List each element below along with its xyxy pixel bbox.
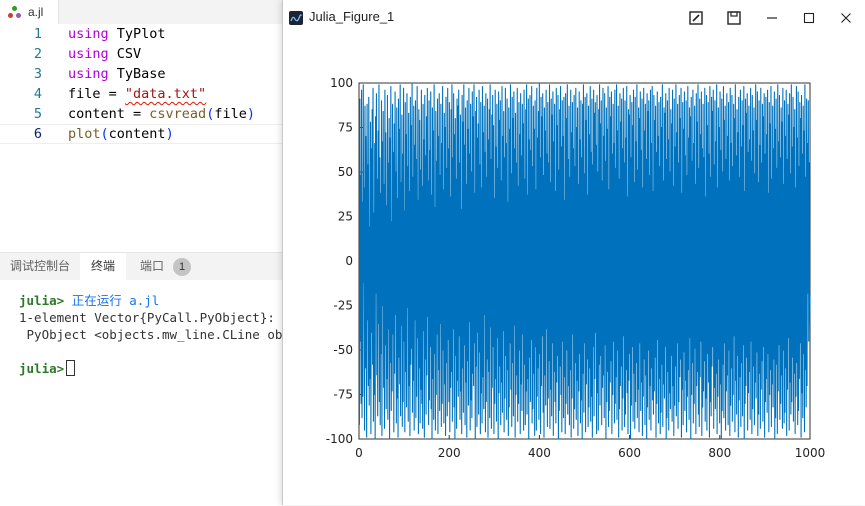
line-number: 5 [33, 106, 42, 122]
terminal-line: PyObject <objects.mw_line.CLine obj [19, 327, 290, 342]
code-line[interactable]: 6 plot(content) [0, 124, 282, 144]
code-token: file = [68, 86, 125, 102]
close-icon [841, 12, 851, 23]
terminal-output[interactable]: julia> 正在运行 a.jl 1-element Vector{PyCall… [19, 292, 290, 377]
code-line[interactable]: 2 using CSV [0, 44, 282, 64]
save-icon [727, 10, 741, 25]
code-token: plot [68, 126, 101, 142]
x-tick-label: 600 [618, 446, 641, 460]
code-token: "data.txt" [124, 86, 207, 102]
figure-title-bar[interactable]: Julia_Figure_1 [283, 0, 865, 35]
line-number: 6 [33, 126, 42, 142]
code-line[interactable]: 4 file = "data.txt" [0, 84, 282, 104]
line-number: 2 [33, 46, 42, 62]
code-text: content = csvread(file) [68, 104, 255, 124]
code-token: CSV [108, 46, 142, 62]
x-tick-label: 1000 [795, 446, 826, 460]
line-number: 3 [33, 66, 42, 82]
code-token: TyPlot [108, 26, 166, 42]
code-token: ) [165, 126, 174, 142]
code-token: TyBase [108, 66, 166, 82]
y-tick-label: -25 [333, 299, 353, 313]
code-text: plot(content) [68, 125, 174, 143]
minimize-icon [767, 16, 777, 19]
x-tick-label: 200 [438, 446, 461, 460]
editor-tab-a-jl[interactable]: a.jl [0, 0, 59, 24]
y-tick-label: 75 [338, 121, 353, 135]
series-line [358, 82, 811, 440]
line-chart[interactable]: 1007550250-25-50-75-1000 200 400 600 800 1000 [283, 35, 865, 505]
line-number: 1 [33, 26, 42, 42]
tab-terminal[interactable]: 终端 [80, 253, 127, 280]
code-token: content = [68, 106, 150, 122]
terminal-prompt: julia> [19, 293, 65, 308]
maximize-icon [803, 12, 815, 23]
tab-debug-console[interactable]: 调试控制台 [10, 253, 70, 280]
figure-window-title: Julia_Figure_1 [309, 9, 395, 24]
julia-file-icon [8, 5, 22, 19]
close-button[interactable] [829, 0, 863, 35]
code-token: ( [100, 126, 109, 142]
code-token: csvread [149, 106, 207, 122]
y-tick-label: 25 [338, 210, 353, 224]
code-token: content [108, 126, 166, 142]
x-tick-label: 400 [528, 446, 551, 460]
code-token: using [68, 26, 109, 42]
figure-window: Julia_Figure_1 100 75 50 25 0 -25 -50 -75 -100 0 2… [282, 0, 865, 505]
code-token: using [68, 46, 109, 62]
code-token: file [214, 106, 247, 122]
y-tick-label: -100 [326, 432, 353, 446]
figure-app-icon [289, 11, 303, 25]
code-lines[interactable]: 1 using TyPlot 2 using CSV 3 using TyBase 4 fil… [0, 24, 282, 144]
edit-icon [689, 10, 703, 25]
code-token: using [68, 66, 109, 82]
terminal-prompt: julia> [19, 361, 65, 376]
terminal-line: 1-element Vector{PyCall.PyObject}: [19, 310, 275, 325]
plot-area[interactable]: 100 75 50 25 0 -25 -50 -75 -100 0 200 400 600 800 1000 [283, 35, 865, 505]
code-editor[interactable]: a.jl 1 using TyPlot 2 using CSV 3 using TyBas… [0, 0, 282, 252]
y-tick-label: 50 [338, 165, 353, 179]
code-text: using TyBase [68, 64, 166, 84]
y-tick-label: -75 [333, 388, 353, 402]
y-tick-label: 100 [330, 76, 353, 90]
edit-button[interactable] [679, 0, 713, 35]
y-tick-label: -50 [333, 343, 353, 357]
terminal-cursor [66, 360, 76, 376]
code-line[interactable]: 3 using TyBase [0, 64, 282, 84]
save-button[interactable] [717, 0, 751, 35]
ports-count-badge: 1 [173, 258, 191, 276]
terminal-run-text: 正在运行 a.jl [71, 293, 160, 308]
code-line[interactable]: 1 using TyPlot [0, 24, 282, 44]
line-number: 4 [33, 86, 42, 102]
minimize-button[interactable] [755, 0, 789, 35]
bottom-panel: 调试控制台 终端 端口 1 julia> 正在运行 a.jl 1-element… [0, 252, 290, 506]
maximize-button[interactable] [792, 0, 826, 35]
tab-ports[interactable]: 端口 [140, 253, 164, 280]
x-tick-label: 800 [708, 446, 731, 460]
code-text: using TyPlot [68, 24, 166, 44]
terminal-line: julia> 正在运行 a.jl [19, 292, 290, 309]
panel-tab-bar: 调试控制台 终端 端口 1 [0, 253, 282, 280]
editor-tab-bar: a.jl [0, 0, 282, 24]
code-text: using CSV [68, 44, 141, 64]
code-text: file = "data.txt" [68, 84, 206, 104]
code-line[interactable]: 5 content = csvread(file) [0, 104, 282, 124]
code-token: ) [246, 106, 255, 122]
y-tick-label: 0 [345, 254, 353, 268]
x-tick-label: 0 [355, 446, 363, 460]
editor-tab-label: a.jl [28, 5, 44, 19]
terminal-line: julia> [19, 360, 290, 377]
